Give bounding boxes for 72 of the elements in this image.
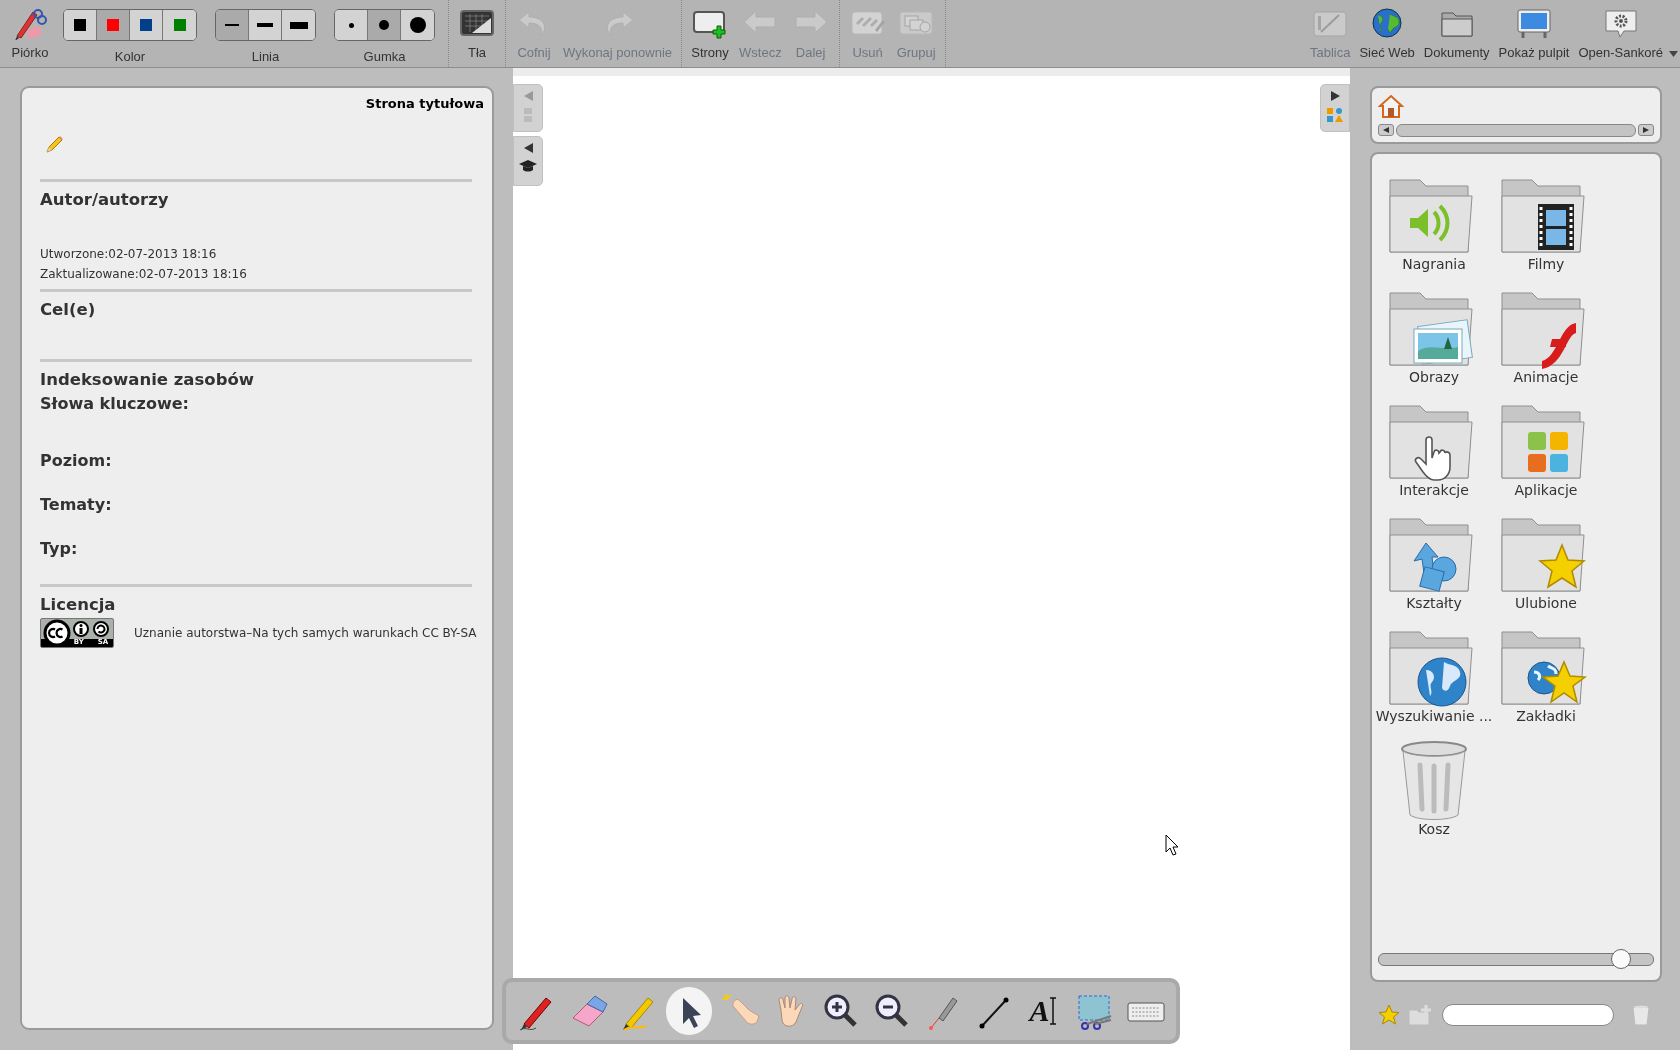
zoom-slider[interactable] <box>1378 952 1654 966</box>
backgrounds-button[interactable]: Tła <box>455 6 499 60</box>
star-icon[interactable] <box>1378 1004 1400 1026</box>
metadata-text: Utworzone:02-07-2013 18:16 <box>40 247 218 261</box>
text-cursor-icon <box>1049 996 1058 1026</box>
search-field[interactable] <box>1442 1004 1614 1026</box>
pen-tool-button[interactable]: Piórko <box>8 6 52 60</box>
dot-sample <box>409 17 426 33</box>
tool-button[interactable] <box>665 987 713 1035</box>
mouse-pointer-icon <box>1165 834 1179 856</box>
share-alike-icon <box>91 619 111 638</box>
left-triangle-icon <box>523 143 533 153</box>
color-option[interactable] <box>97 10 130 40</box>
section-heading: Autor/autorzy <box>40 190 170 209</box>
pages-button[interactable]: Strony <box>688 6 732 60</box>
metadata-text: Zaktualizowane:02-07-2013 18:16 <box>40 267 248 281</box>
section-heading: Indeksowanie zasobów <box>40 370 256 389</box>
library-item[interactable]: Aplikacje <box>1490 400 1602 513</box>
section-heading: Cel(e) <box>40 300 97 319</box>
field-label: Typ: <box>40 539 79 558</box>
show-desktop-button[interactable]: Pokaż pulpit <box>1495 6 1573 60</box>
library-item[interactable]: Interakcje <box>1378 400 1490 513</box>
dot-sample <box>348 22 354 28</box>
web-button[interactable]: Sieć Web <box>1356 6 1418 60</box>
line-sample <box>257 23 273 27</box>
library-item[interactable]: Zakładki <box>1490 626 1602 739</box>
slider-thumb[interactable] <box>1611 949 1632 969</box>
library-item[interactable]: Kształty <box>1378 513 1490 626</box>
creative-commons-icon <box>43 619 71 647</box>
library-item[interactable]: Wyszukiwanie ... <box>1378 626 1490 739</box>
eraser-size-option[interactable] <box>335 10 368 40</box>
license-text: Uznanie autorstwa–Na tych samych warunkach CC BY-SA <box>134 626 477 640</box>
field-label: Poziom: <box>40 451 113 470</box>
document-side-tab[interactable] <box>513 136 543 186</box>
eraser-size-label: Gumka <box>363 49 406 64</box>
library-item[interactable]: Animacje <box>1490 287 1602 400</box>
line-sample <box>289 21 308 29</box>
app-menu-button[interactable]: Open-Sankoré <box>1575 6 1666 60</box>
right-triangle-icon <box>1330 91 1340 101</box>
left-triangle-icon <box>523 91 533 101</box>
library-side-tab[interactable] <box>1320 84 1350 132</box>
pencil-icon[interactable] <box>44 135 64 155</box>
field-label: Tematy: <box>40 495 113 514</box>
left-triangle-icon <box>1383 127 1389 133</box>
monitor-icon <box>1515 6 1553 40</box>
documents-button[interactable]: Dokumenty <box>1420 6 1493 60</box>
scroll-right-button[interactable] <box>1638 124 1654 136</box>
page-title: Strona tytułowa <box>364 96 484 111</box>
line-sample <box>225 24 239 26</box>
library-item[interactable]: Nagrania <box>1378 174 1490 287</box>
dot-sample <box>379 20 389 30</box>
color-option[interactable] <box>64 10 97 40</box>
library-item[interactable]: Kosz <box>1378 739 1490 852</box>
caret-icon[interactable] <box>1669 51 1678 57</box>
line-width-option[interactable] <box>216 10 249 40</box>
home-icon[interactable] <box>1378 94 1404 118</box>
text-tool-glyph: A <box>1029 994 1050 1028</box>
library-item[interactable]: Filmy <box>1490 174 1602 287</box>
color-picker-label: Kolor <box>114 49 146 64</box>
eraser-size-option[interactable] <box>368 10 401 40</box>
graduation-cap-icon <box>519 159 537 173</box>
attribution-icon <box>71 619 91 638</box>
section-heading: Licencja <box>40 595 117 614</box>
scroll-left-button[interactable] <box>1378 124 1394 136</box>
library-item[interactable]: Ulubione <box>1490 513 1602 626</box>
field-label: Słowa kluczowe: <box>40 394 190 413</box>
scrollbar-thumb[interactable] <box>1396 123 1636 137</box>
tool-button[interactable]: A <box>1020 987 1067 1035</box>
line-width-label: Linia <box>251 49 280 64</box>
shapes-icon <box>1326 107 1344 123</box>
library-item[interactable]: Obrazy <box>1378 287 1490 400</box>
right-triangle-icon <box>1643 127 1649 133</box>
